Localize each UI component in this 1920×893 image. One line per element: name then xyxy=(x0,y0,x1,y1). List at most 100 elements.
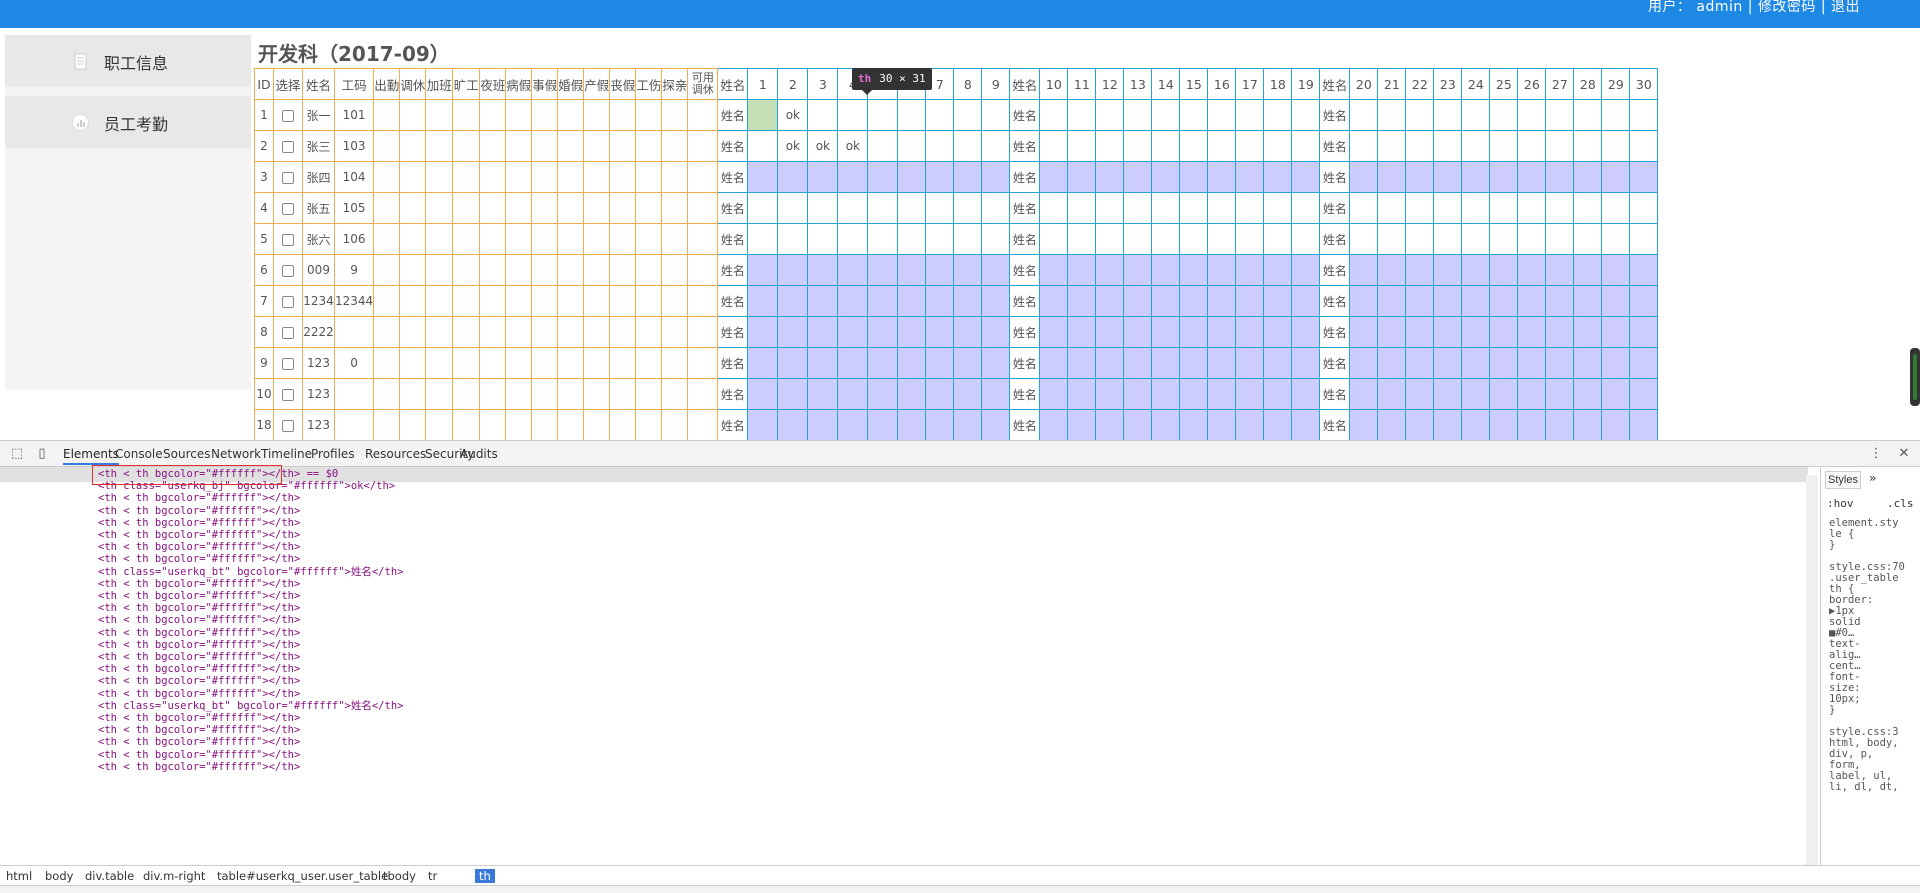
table-cell xyxy=(1291,192,1321,224)
breadcrumb-item[interactable]: div.m-right xyxy=(143,869,205,883)
tab-audits[interactable]: Audits xyxy=(460,447,498,461)
table-cell xyxy=(452,285,481,317)
name-label-cell: 姓名 xyxy=(717,99,749,131)
side-handle[interactable] xyxy=(1910,348,1920,406)
table-cell xyxy=(557,409,585,441)
table-cell xyxy=(635,161,663,193)
breadcrumb-item[interactable]: th xyxy=(475,869,495,883)
more-menu-icon[interactable]: ⋮ xyxy=(1868,446,1884,462)
dom-node-line[interactable]: <th < th bgcolor="#ffffff"></th> xyxy=(98,760,300,775)
table-cell xyxy=(1067,161,1097,193)
tab-profiles[interactable]: Profiles xyxy=(311,447,355,461)
day-cell: ok xyxy=(777,130,809,162)
table-cell xyxy=(953,316,983,348)
dom-scrollbar[interactable] xyxy=(1806,475,1818,865)
breadcrumb-item[interactable]: tbody xyxy=(383,869,416,883)
table-cell xyxy=(1461,409,1491,441)
table-cell xyxy=(1207,285,1237,317)
sidebar-item-staff-info[interactable]: 职工信息 xyxy=(5,35,251,87)
row-checkbox[interactable] xyxy=(282,326,294,339)
table-cell xyxy=(557,316,585,348)
name-label-cell: 姓名 xyxy=(1009,254,1041,286)
table-cell xyxy=(1095,378,1125,410)
table-cell xyxy=(399,254,427,286)
table-cell xyxy=(452,316,481,348)
name-label-cell: 姓名 xyxy=(1009,347,1041,379)
table-cell xyxy=(505,378,533,410)
row-checkbox[interactable] xyxy=(282,357,294,370)
breadcrumb-item[interactable]: table#userkq_user.user_table xyxy=(217,869,388,883)
tab-network[interactable]: Network xyxy=(211,447,261,461)
table-cell xyxy=(897,285,927,317)
table-cell xyxy=(583,285,611,317)
table-cell xyxy=(1433,409,1463,441)
table-cell xyxy=(1377,161,1407,193)
breadcrumb-item[interactable]: body xyxy=(45,869,73,883)
row-checkbox[interactable] xyxy=(282,171,294,184)
table-cell xyxy=(557,99,585,131)
hover-toggle[interactable]: :hov xyxy=(1827,497,1854,510)
row-checkbox[interactable] xyxy=(282,264,294,277)
table-cell xyxy=(479,378,507,410)
table-cell xyxy=(1179,316,1209,348)
tab-resources[interactable]: Resources xyxy=(365,447,426,461)
table-cell xyxy=(1263,99,1293,131)
table-cell xyxy=(1349,192,1379,224)
tab-timeline[interactable]: Timeline xyxy=(261,447,312,461)
table-cell xyxy=(953,161,983,193)
day-cell xyxy=(747,316,779,348)
id-cell: 5 xyxy=(254,223,274,255)
table-cell xyxy=(1573,378,1603,410)
day-cell xyxy=(837,223,869,255)
table-cell xyxy=(583,254,611,286)
inspect-icon[interactable]: ⬚ xyxy=(9,446,25,462)
breadcrumb-item[interactable]: div.table xyxy=(85,869,134,883)
row-checkbox[interactable] xyxy=(282,140,294,153)
row-checkbox[interactable] xyxy=(282,202,294,215)
id-cell: 4 xyxy=(254,192,274,224)
row-checkbox[interactable] xyxy=(282,109,294,122)
table-cell xyxy=(1601,285,1631,317)
breadcrumb-item[interactable]: html xyxy=(6,869,32,883)
table-cell xyxy=(1461,254,1491,286)
tab-styles[interactable]: Styles xyxy=(1825,471,1861,489)
table-cell xyxy=(1629,378,1659,410)
column-header: 姓名 xyxy=(1319,68,1351,100)
table-cell xyxy=(1461,192,1491,224)
close-icon[interactable]: ✕ xyxy=(1896,446,1912,462)
table-cell xyxy=(1601,378,1631,410)
row-checkbox[interactable] xyxy=(282,295,294,308)
header-user-links[interactable]: 用户： admin | 修改密码 | 退出 xyxy=(1648,0,1860,16)
day-cell xyxy=(807,378,839,410)
table-cell xyxy=(479,285,507,317)
cls-toggle[interactable]: .cls xyxy=(1887,497,1914,510)
column-header: 10 xyxy=(1039,68,1069,100)
name-label-cell: 姓名 xyxy=(1009,99,1041,131)
table-cell xyxy=(1349,223,1379,255)
table-cell xyxy=(1151,347,1181,379)
name-label-cell: 姓名 xyxy=(1009,378,1041,410)
table-cell xyxy=(531,223,559,255)
table-cell xyxy=(1377,130,1407,162)
tab-sources[interactable]: Sources xyxy=(163,447,210,461)
table-cell xyxy=(1405,347,1435,379)
column-header: 16 xyxy=(1207,68,1237,100)
tab-console[interactable]: Console xyxy=(115,447,163,461)
table-cell xyxy=(1067,347,1097,379)
table-cell xyxy=(1291,378,1321,410)
table-cell xyxy=(867,316,899,348)
table-cell xyxy=(1235,254,1265,286)
row-checkbox[interactable] xyxy=(282,388,294,401)
table-cell xyxy=(531,99,559,131)
row-checkbox[interactable] xyxy=(282,419,294,432)
breadcrumb-item[interactable]: tr xyxy=(428,869,437,883)
table-cell xyxy=(1405,223,1435,255)
row-checkbox[interactable] xyxy=(282,233,294,246)
styles-more-tabs[interactable]: » xyxy=(1869,471,1876,485)
name-label-cell: 姓名 xyxy=(1319,285,1351,317)
table-cell xyxy=(1179,99,1209,131)
tab-elements[interactable]: Elements xyxy=(63,447,119,465)
table-cell xyxy=(399,161,427,193)
sidebar-item-attendance[interactable]: 员工考勤 xyxy=(5,96,251,148)
device-icon[interactable]: ▯ xyxy=(34,446,50,462)
